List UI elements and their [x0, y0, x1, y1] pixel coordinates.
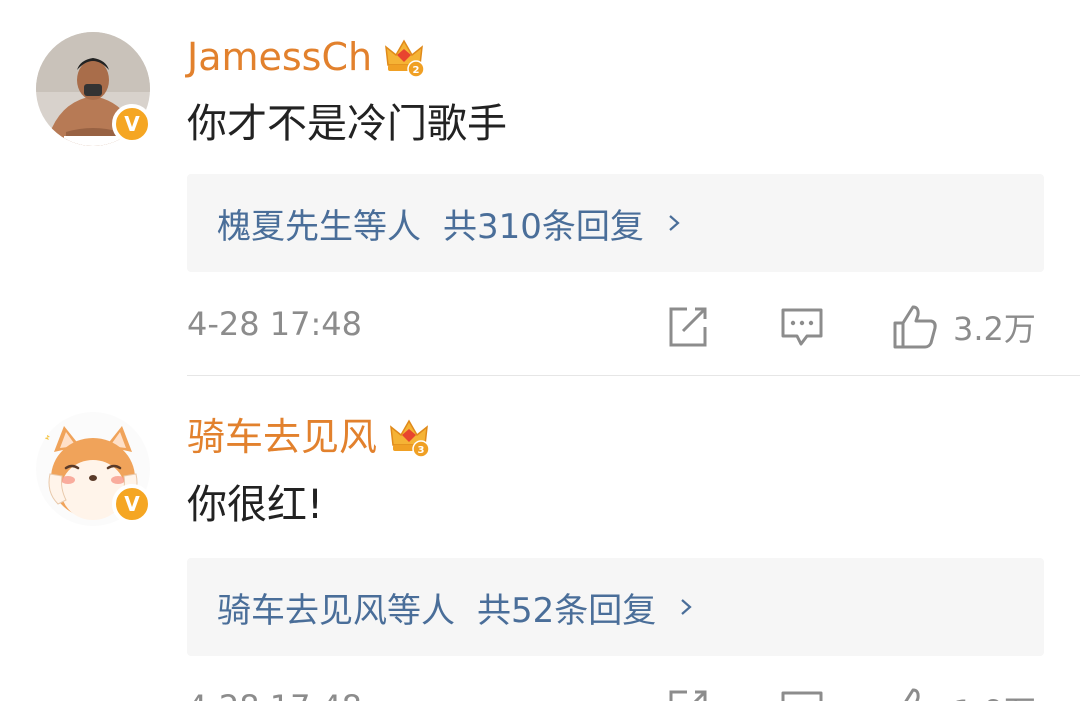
reply-names[interactable]: 骑车去见风 — [217, 583, 387, 632]
comment-username[interactable]: 骑车去见风 3 — [187, 412, 431, 462]
avatar[interactable]: V — [36, 32, 152, 146]
reply-button[interactable] — [779, 303, 825, 351]
crown-vip-icon: 3 — [390, 419, 430, 458]
reply-count[interactable]: 共52条回复 — [477, 583, 656, 632]
reply-summary[interactable]: 槐夏先生 等人 共310条回复 — [187, 174, 1044, 272]
username-text[interactable]: 骑车去见风 — [187, 412, 377, 462]
timestamp: 4-28 17:48 — [187, 305, 363, 343]
comment-icon — [781, 308, 823, 346]
like-button[interactable]: 3.2万 — [891, 303, 1036, 351]
comment-icon — [781, 691, 823, 701]
reply-suffix: 等人 — [387, 590, 455, 631]
repost-button[interactable] — [665, 303, 709, 351]
reply-button[interactable] — [779, 686, 825, 701]
reply-suffix: 等人 — [353, 206, 421, 247]
thumbs-up-icon — [904, 688, 920, 701]
comment-meta: 4-28 17:48 — [187, 303, 1047, 353]
svg-text:2: 2 — [413, 65, 420, 76]
like-button[interactable]: 1.9万 — [891, 686, 1036, 701]
username-text[interactable]: JamessCh — [187, 32, 372, 82]
verified-badge-icon: V — [112, 484, 152, 524]
like-count: 3.2万 — [953, 310, 1036, 348]
chevron-right-icon — [669, 215, 680, 231]
share-edit-icon — [669, 690, 707, 701]
share-edit-icon — [669, 307, 707, 347]
comment-text: 你很红! — [187, 482, 324, 528]
avatar[interactable]: V — [36, 412, 152, 526]
comment-text: 你才不是冷门歌手 — [187, 101, 507, 147]
thumbs-up-icon — [893, 305, 937, 349]
verified-badge-icon: V — [112, 104, 152, 144]
svg-text:3: 3 — [418, 445, 425, 456]
reply-summary[interactable]: 骑车去见风 等人 共52条回复 — [187, 558, 1044, 656]
reply-names[interactable]: 槐夏先生 — [217, 199, 353, 248]
chevron-right-icon — [681, 599, 692, 615]
repost-button[interactable] — [665, 686, 709, 701]
reply-count[interactable]: 共310条回复 — [443, 199, 644, 248]
timestamp: 4-28 17:48 — [187, 688, 362, 701]
comment-username[interactable]: JamessCh 2 — [187, 32, 426, 82]
comment-list: V JamessCh 2 你才不是冷门歌手 槐夏先生 等人 共310条回复 4-28… — [0, 0, 1080, 701]
comment-divider — [187, 375, 1080, 376]
like-count: 1.9万 — [953, 687, 1036, 701]
crown-vip-icon: 2 — [385, 39, 425, 78]
comment-meta: 4-28 17:48 — [187, 686, 1047, 701]
